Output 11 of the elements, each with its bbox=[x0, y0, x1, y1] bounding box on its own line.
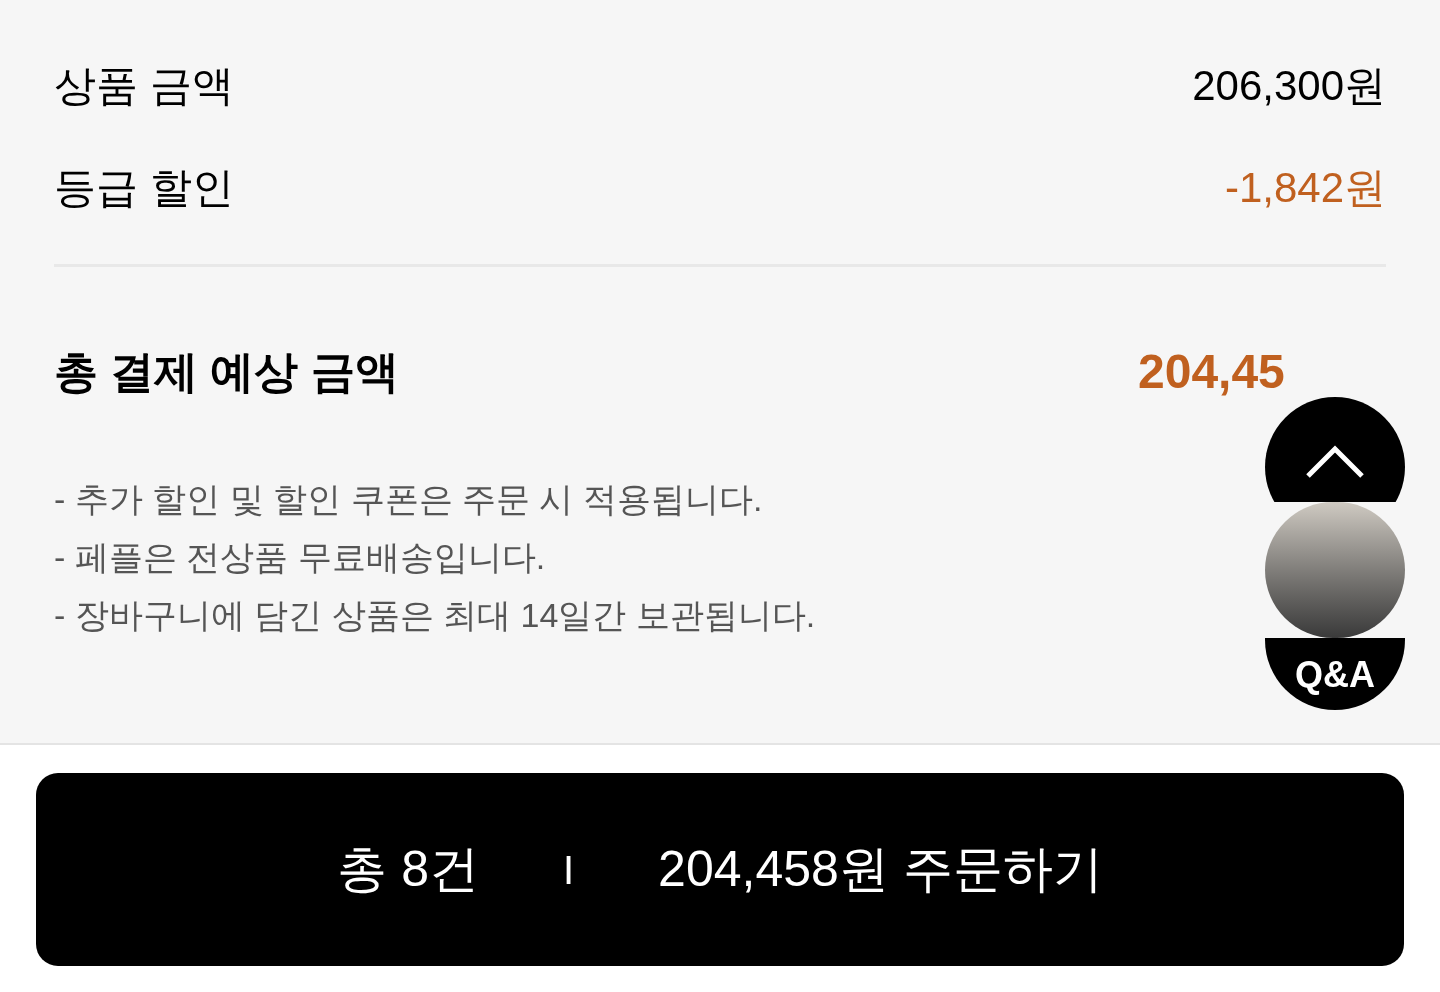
order-button[interactable]: 총 8건 I 204,458원 주문하기 bbox=[36, 773, 1404, 966]
price-value: -1,842원 bbox=[1224, 162, 1386, 213]
chevron-up-icon bbox=[1305, 445, 1365, 479]
price-label: 상품 금액 bbox=[54, 60, 234, 111]
total-value: 204,45 bbox=[1138, 344, 1286, 400]
notice-text: - 추가 할인 및 할인 쿠폰은 주문 시 적용됩니다. bbox=[54, 479, 764, 519]
notice-text: - 페플은 전상품 무료배송입니다. bbox=[54, 537, 547, 577]
total-label: 총 결제 예상 금액 bbox=[54, 346, 399, 398]
notice-text: - 장바구니에 담긴 상품은 최대 14일간 보관됩니다. bbox=[54, 595, 817, 635]
price-value: 206,300원 bbox=[1192, 60, 1386, 111]
price-label: 등급 할인 bbox=[54, 162, 234, 213]
